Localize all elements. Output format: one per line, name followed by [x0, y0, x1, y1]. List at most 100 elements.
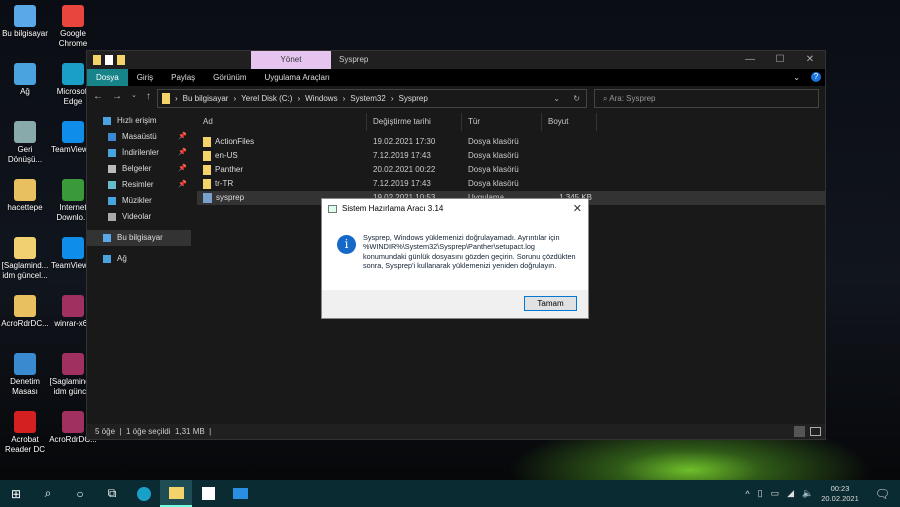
tab-home[interactable]: Giriş	[128, 69, 162, 86]
breadcrumb-item[interactable]: Windows	[305, 94, 337, 103]
sidebar-item-icon	[108, 197, 116, 205]
tab-file[interactable]: Dosya	[87, 69, 128, 86]
start-button[interactable]: ⊞	[0, 480, 32, 507]
breadcrumb-item[interactable]: Yerel Disk (C:)	[241, 94, 292, 103]
sidebar-item-icon	[108, 133, 116, 141]
file-date: 7.12.2019 17:43	[373, 151, 431, 160]
desktop-icon[interactable]: [Saglamind... idm güncel...	[0, 237, 50, 281]
breadcrumb-item[interactable]: Bu bilgisayar	[183, 94, 229, 103]
application-icon	[203, 192, 212, 203]
sidebar-item[interactable]: Ağ	[87, 251, 191, 267]
store-taskbar-icon[interactable]	[192, 480, 224, 507]
folder-icon	[203, 164, 211, 175]
tab-share[interactable]: Paylaş	[162, 69, 204, 86]
task-view-button[interactable]: ⧉	[96, 480, 128, 507]
desktop-icon-label: hacettepe	[7, 203, 43, 212]
tab-view[interactable]: Görünüm	[204, 69, 255, 86]
desktop-icon[interactable]: Acrobat Reader DC	[0, 411, 50, 455]
forward-button[interactable]: →	[112, 91, 122, 102]
battery-icon[interactable]: ▭	[771, 488, 780, 499]
column-headers: Ad Değiştirme tarihi Tür Boyut	[197, 113, 825, 131]
sidebar-item-icon	[103, 117, 111, 125]
sidebar-item-icon	[108, 165, 116, 173]
file-row[interactable]: en-US 7.12.2019 17:43 Dosya klasörü	[197, 149, 825, 163]
large-icons-view-button[interactable]	[810, 427, 821, 436]
ok-button[interactable]: Tamam	[524, 296, 577, 311]
info-icon: i	[337, 235, 356, 254]
pin-icon[interactable]: 📌	[178, 145, 187, 161]
file-explorer-taskbar-icon[interactable]	[160, 480, 192, 507]
desktop-icon[interactable]: Google Chrome	[48, 5, 98, 49]
column-size[interactable]: Boyut	[542, 113, 597, 131]
file-name: ActionFiles	[215, 137, 255, 146]
desktop-icon-label: Google Chrome	[58, 29, 88, 48]
file-row[interactable]: ActionFiles 19.02.2021 17:30 Dosya klasörü	[197, 135, 825, 149]
status-bar: 5 öğe | 1 öğe seçildi 1,31 MB |	[87, 424, 825, 439]
app-icon	[62, 5, 84, 27]
column-type[interactable]: Tür	[462, 113, 542, 131]
clock[interactable]: 00:23 20.02.2021	[821, 484, 859, 504]
selected-count: 1 öğe seçildi	[126, 427, 171, 436]
mail-taskbar-icon[interactable]	[224, 480, 256, 507]
desktop-icon[interactable]: AcroRdrDC...	[0, 295, 50, 329]
sidebar-item[interactable]: Belgeler 📌	[87, 161, 191, 177]
folder-icon[interactable]	[93, 55, 101, 65]
help-icon[interactable]: ?	[811, 72, 821, 82]
notifications-icon[interactable]: 🗨	[875, 487, 890, 501]
pin-icon[interactable]: 📌	[178, 177, 187, 193]
edge-taskbar-icon[interactable]	[128, 480, 160, 507]
desktop-icon[interactable]: Bu bilgisayar	[0, 5, 50, 39]
new-folder-icon[interactable]	[117, 55, 125, 65]
desktop-icon[interactable]: Denetim Masası	[0, 353, 50, 397]
quick-access-toolbar[interactable]	[93, 55, 125, 65]
back-button[interactable]: ←	[93, 91, 103, 102]
desktop-icon[interactable]: hacettepe	[0, 179, 50, 213]
desktop-icon-label: Ağ	[20, 87, 30, 96]
device-icon[interactable]: ▯	[758, 488, 763, 499]
column-name[interactable]: Ad	[197, 113, 367, 131]
file-row[interactable]: tr-TR 7.12.2019 17:43 Dosya klasörü	[197, 177, 825, 191]
search-input[interactable]: ⌕ Ara: Sysprep	[594, 89, 819, 108]
show-hidden-icons[interactable]: ^	[745, 489, 749, 499]
address-bar[interactable]: › Bu bilgisayar › Yerel Disk (C:) › Windows…	[157, 89, 587, 108]
close-button[interactable]: ✕	[795, 51, 825, 69]
volume-icon[interactable]: 🔈	[802, 488, 813, 499]
desktop-icon[interactable]: Geri Dönüşü...	[0, 121, 50, 165]
pin-icon[interactable]: 📌	[178, 161, 187, 177]
details-view-button[interactable]	[794, 426, 805, 437]
tab-manage[interactable]: Yönet	[251, 51, 331, 69]
file-row[interactable]: Panther 20.02.2021 00:22 Dosya klasörü	[197, 163, 825, 177]
sidebar-item[interactable]: Bu bilgisayar	[87, 230, 191, 246]
column-date[interactable]: Değiştirme tarihi	[367, 113, 462, 131]
up-button[interactable]: ↑	[146, 91, 151, 102]
sidebar-item[interactable]: İndirilenler 📌	[87, 145, 191, 161]
sidebar-item[interactable]: Müzikler	[87, 193, 191, 209]
selected-size: 1,31 MB	[174, 427, 205, 436]
breadcrumb-item[interactable]: System32	[350, 94, 386, 103]
search-button[interactable]: ⌕	[32, 480, 64, 507]
app-icon	[14, 295, 36, 317]
breadcrumb-item[interactable]: Sysprep	[398, 94, 427, 103]
dialog-close-button[interactable]: ✕	[573, 199, 582, 219]
sidebar-item[interactable]: Hızlı erişim	[87, 113, 191, 129]
expand-ribbon-icon[interactable]: ⌄	[784, 69, 809, 86]
app-icon	[14, 411, 36, 433]
recent-dropdown[interactable]: ⌄	[131, 91, 137, 102]
pin-icon[interactable]: 📌	[178, 129, 187, 145]
sidebar-item-label: Müzikler	[122, 196, 152, 205]
tab-app-tools[interactable]: Uygulama Araçları	[256, 69, 339, 86]
refresh-icon[interactable]: ↻	[573, 94, 580, 103]
cortana-button[interactable]: ○	[64, 480, 96, 507]
properties-icon[interactable]	[105, 55, 113, 65]
address-dropdown-icon[interactable]: ⌄	[553, 94, 560, 103]
network-icon[interactable]: ◢	[787, 488, 794, 499]
folder-icon	[203, 150, 211, 161]
ribbon-tabs: Dosya Giriş Paylaş Görünüm Uygulama Araç…	[87, 69, 825, 86]
minimize-button[interactable]: —	[735, 51, 765, 69]
file-size	[542, 135, 592, 149]
sidebar-item[interactable]: Resimler 📌	[87, 177, 191, 193]
desktop-icon[interactable]: Ağ	[0, 63, 50, 97]
sidebar-item[interactable]: Videolar	[87, 209, 191, 225]
sidebar-item[interactable]: Masaüstü 📌	[87, 129, 191, 145]
maximize-button[interactable]: ☐	[765, 51, 795, 69]
